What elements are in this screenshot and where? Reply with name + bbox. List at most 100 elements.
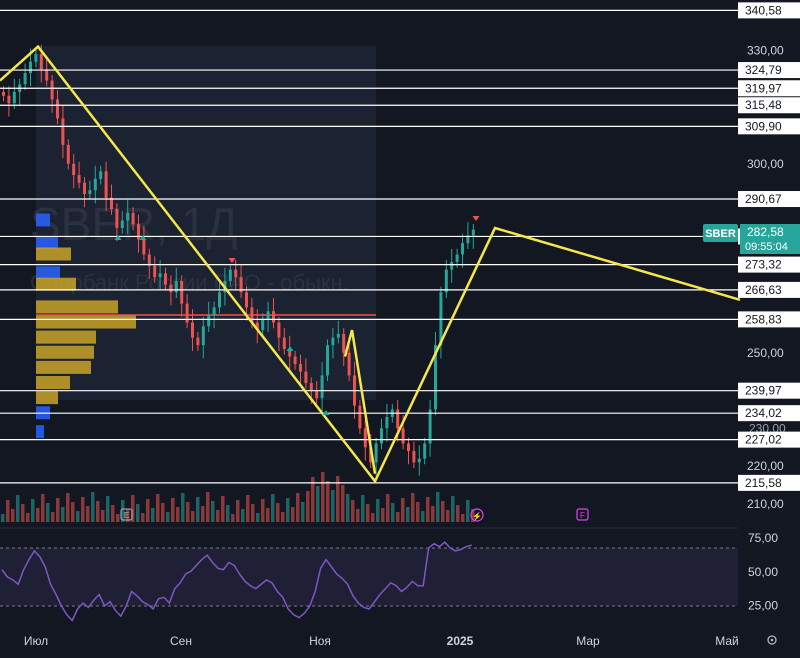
candle-body: [380, 428, 383, 444]
profile-bar: [36, 213, 50, 227]
volume-bar: [116, 514, 120, 522]
candle-body: [320, 375, 324, 399]
candle-body: [131, 212, 135, 225]
candle-body: [169, 284, 173, 293]
candle-body: [277, 322, 281, 338]
candle-body: [66, 144, 70, 164]
volume-bar: [281, 512, 285, 522]
candle-body: [331, 337, 335, 346]
volume-bar: [241, 509, 245, 522]
volume-bar: [161, 503, 165, 522]
volume-bar: [31, 499, 35, 522]
candle-body: [358, 405, 362, 429]
profile-bar: [36, 391, 58, 405]
candle-body: [261, 318, 265, 331]
candle-body: [309, 383, 313, 391]
candle-body: [45, 69, 49, 81]
volume-bar: [216, 510, 220, 522]
candle-body: [201, 326, 205, 346]
candle-body: [245, 292, 248, 308]
rsi-tick: 75,00: [748, 531, 778, 545]
candle-body: [137, 224, 140, 240]
volume-bar: [226, 505, 230, 522]
volume-bar: [461, 514, 465, 522]
volume-bar: [356, 509, 360, 522]
candle-body: [99, 171, 103, 179]
volume-bar: [446, 510, 450, 522]
level-label: 340,58: [745, 3, 782, 17]
candle-body: [471, 229, 475, 236]
volume-bar: [166, 512, 170, 522]
price-tick: 250,00: [747, 346, 784, 360]
volume-bar: [351, 500, 355, 522]
candle-body: [88, 190, 92, 194]
volume-bar: [181, 493, 185, 522]
candle-body: [396, 409, 400, 429]
time-tick: 2025: [447, 634, 474, 648]
volume-bar: [271, 494, 275, 522]
candle-body: [2, 91, 5, 96]
profile-bar: [36, 425, 44, 439]
profile-bar: [36, 360, 91, 374]
volume-bar: [86, 506, 90, 522]
volume-bar: [341, 485, 345, 522]
volume-bar: [221, 496, 225, 522]
price-tick: 300,00: [747, 157, 784, 171]
level-label: 324,79: [745, 63, 782, 77]
volume-bar: [381, 508, 385, 522]
candle-body: [385, 417, 389, 429]
candle-body: [455, 254, 459, 263]
time-tick: Мар: [576, 634, 600, 648]
candle-body: [218, 292, 221, 308]
level-label: 234,02: [745, 406, 782, 420]
candle-body: [23, 73, 27, 85]
volume-bar: [451, 496, 455, 522]
candle-body: [450, 262, 454, 270]
level-label: 266,63: [745, 283, 782, 297]
volume-bar: [186, 502, 190, 522]
volume-bar: [431, 506, 435, 522]
chart-canvas[interactable]: SBER, 1Д Сбербанк России ПАО - обыкн. E …: [0, 0, 800, 658]
volume-bar: [211, 501, 215, 522]
profile-bar: [36, 315, 136, 329]
volume-bar: [411, 493, 415, 522]
volume-bar: [361, 495, 365, 522]
rsi-axis[interactable]: 75,00 50,00 25,00: [748, 531, 778, 613]
volume-bar: [421, 511, 425, 522]
time-tick: Сен: [170, 634, 192, 648]
volume-bar: [246, 495, 250, 522]
candle-body: [417, 458, 421, 463]
candle-body: [50, 80, 54, 100]
volume-bar: [301, 502, 305, 522]
candle-body: [158, 273, 162, 278]
volume-bar: [96, 501, 100, 522]
candle-body: [407, 443, 410, 452]
candle-body: [77, 175, 81, 183]
volume-bar: [191, 511, 195, 522]
volume-bar: [156, 494, 160, 522]
volume-bar: [41, 494, 45, 522]
candle-body: [7, 95, 11, 104]
volume-bar: [101, 510, 105, 522]
candle-body: [412, 451, 416, 463]
candle-body: [207, 314, 211, 327]
candle-body: [115, 209, 119, 229]
volume-bar: [11, 509, 15, 522]
candle-body: [56, 99, 59, 119]
volume-bar: [426, 497, 430, 522]
volume-bar: [146, 499, 150, 522]
volume-bar: [256, 513, 260, 522]
candle-body: [142, 239, 146, 255]
level-label: 315,48: [745, 98, 782, 112]
price-tick: 220,00: [747, 459, 784, 473]
volume-bar: [376, 499, 380, 522]
candle-body: [61, 118, 65, 145]
candle-body: [444, 269, 448, 293]
rsi-tick: 25,00: [748, 599, 778, 613]
volume-bar: [71, 502, 75, 522]
candle-body: [39, 54, 43, 70]
volume-bar: [331, 490, 335, 522]
volume-bar: [171, 498, 175, 522]
profile-bar: [36, 266, 60, 280]
volume-bar: [236, 500, 240, 522]
